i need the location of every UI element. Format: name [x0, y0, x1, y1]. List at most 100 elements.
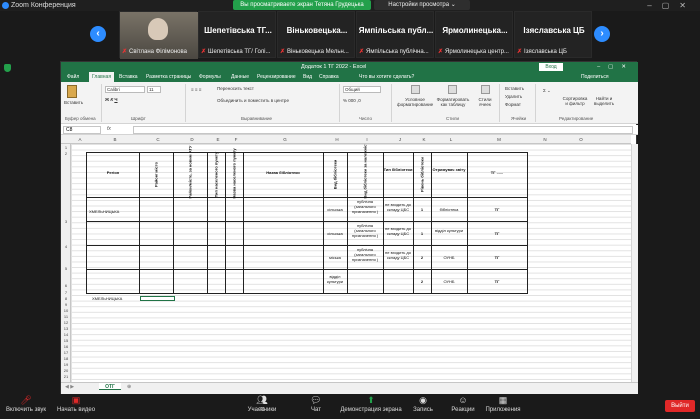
cell-receiver[interactable]: ОУНБ — [431, 255, 467, 260]
unmute-button[interactable]: 🎤︎ Включить звук — [4, 395, 48, 413]
participant-tile[interactable]: Шепетівська ТГ... ✗ Шепетівська ТГ/ Голі.… — [198, 11, 276, 58]
cell-level[interactable]: 2 — [413, 279, 431, 284]
row-header[interactable]: 21 — [61, 374, 71, 379]
column-header[interactable]: C — [141, 137, 175, 142]
reactions-button[interactable]: ☺ Реакции — [448, 395, 478, 413]
row-header[interactable]: 14 — [61, 332, 71, 337]
participant-tile[interactable]: Ярмолинецька... ✗ Ярмолинецька центр... — [435, 11, 513, 58]
row-header[interactable]: 4 — [61, 244, 71, 249]
column-header[interactable]: M — [469, 137, 529, 142]
column-header[interactable]: L — [433, 137, 469, 142]
tab-view[interactable]: Вид — [303, 72, 312, 82]
row-header[interactable]: 12 — [61, 320, 71, 325]
row-header[interactable]: 3 — [61, 219, 71, 224]
number-format-select[interactable]: Общий — [343, 86, 381, 93]
autosum-icon[interactable]: Σ ⌄ — [543, 88, 551, 94]
column-header[interactable]: N — [529, 137, 561, 142]
row-header[interactable]: 16 — [61, 344, 71, 349]
cell-tg[interactable]: ТГ — [467, 231, 527, 236]
cell-type[interactable]: не входить до складу ЦБС — [383, 250, 413, 260]
column-header[interactable]: O — [561, 137, 601, 142]
bold-button[interactable]: Ж К Ч — [105, 97, 118, 102]
delete-cells-button[interactable]: Удалить — [505, 94, 522, 99]
tab-help[interactable]: Справка — [319, 72, 339, 82]
window-controls[interactable]: –▢✕ — [647, 0, 696, 11]
column-header[interactable]: F — [227, 137, 245, 142]
cell-tg[interactable]: ТГ — [467, 207, 527, 212]
sort-filter-button[interactable]: Сортировка и фильтр — [561, 96, 589, 106]
row-header[interactable]: 15 — [61, 338, 71, 343]
row-header[interactable]: 5 — [61, 266, 71, 271]
tab-data[interactable]: Данные — [231, 72, 249, 82]
name-box[interactable]: C8 — [63, 126, 101, 134]
selected-cell[interactable] — [140, 296, 175, 301]
font-name-select[interactable]: Calibri — [105, 86, 145, 93]
cell-type[interactable]: не входить до складу ЦБС — [383, 226, 413, 236]
vertical-scrollbar[interactable] — [631, 144, 638, 382]
row-header[interactable]: 20 — [61, 368, 71, 373]
row-header[interactable]: 11 — [61, 314, 71, 319]
tab-insert[interactable]: Вставка — [119, 72, 138, 82]
column-header[interactable]: A — [71, 137, 89, 142]
cell-settlement[interactable]: сільська — [323, 207, 347, 212]
wrap-text-button[interactable]: Переносить текст — [217, 86, 254, 91]
cell-region[interactable]: ХМЕЛЬНИЦЬКА — [89, 209, 139, 214]
format-table-icon[interactable] — [448, 85, 457, 94]
record-button[interactable]: ◉ Запись — [412, 395, 434, 413]
fx-icon[interactable]: fx — [107, 126, 111, 132]
cell-tg[interactable]: ТГ — [467, 255, 527, 260]
row-header[interactable]: 2 — [61, 151, 71, 156]
insert-cells-button[interactable]: Вставить — [505, 86, 524, 91]
align-buttons[interactable]: ≡ ≡ ≡ — [191, 87, 201, 92]
share-link[interactable]: Поделиться — [581, 72, 609, 82]
cell-receiver[interactable]: ОУНБ — [431, 279, 467, 284]
column-header[interactable]: K — [415, 137, 433, 142]
row-header[interactable]: 17 — [61, 350, 71, 355]
row-header[interactable]: 19 — [61, 362, 71, 367]
column-header[interactable]: E — [209, 137, 227, 142]
security-shield-icon[interactable] — [4, 64, 11, 72]
number-buttons[interactable]: % 000 ,0 — [343, 98, 361, 103]
participant-tile[interactable]: ✗ Світлана Філімонова — [119, 11, 198, 59]
tab-formulas[interactable]: Формулы — [199, 72, 221, 82]
row-header[interactable]: 18 — [61, 356, 71, 361]
row-header[interactable]: 10 — [61, 308, 71, 313]
row-header[interactable]: 8 — [61, 296, 71, 301]
column-header[interactable]: I — [349, 137, 385, 142]
leave-button[interactable]: Выйти — [665, 400, 695, 412]
cell-level[interactable]: 1 — [413, 231, 431, 236]
cell-receiver[interactable]: відділ культури — [431, 228, 467, 233]
column-header[interactable]: J — [385, 137, 415, 142]
start-video-button[interactable]: ▣ Начать видео — [56, 395, 96, 413]
row-header[interactable]: 1 — [61, 145, 71, 150]
excel-window-controls[interactable]: –▢✕ — [597, 62, 634, 72]
cell-type[interactable]: не входить до складу ЦБС — [383, 202, 413, 212]
row-header[interactable]: 13 — [61, 326, 71, 331]
cell-settlement[interactable]: відділ культури — [323, 274, 347, 284]
cell-settlement[interactable]: сільська — [323, 231, 347, 236]
tell-me-search[interactable]: Что вы хотите сделать? — [359, 72, 414, 82]
participant-tile[interactable]: Ямпільська публ... ✗ Ямпільська публічна.… — [356, 11, 434, 58]
tab-page-layout[interactable]: Разметка страницы — [146, 72, 191, 82]
formula-input[interactable] — [133, 126, 633, 134]
cell-tg[interactable]: ТГ — [467, 279, 527, 284]
font-size-select[interactable]: 11 — [147, 86, 161, 93]
next-page-arrow-icon[interactable]: › — [594, 26, 610, 42]
tab-file[interactable]: Файл — [67, 72, 79, 82]
cell-styles-icon[interactable] — [481, 85, 490, 94]
cell-kind[interactable]: публічна (загального призначення ) — [347, 199, 383, 214]
column-header[interactable]: B — [89, 137, 141, 142]
conditional-format-button[interactable]: Условное форматирование — [397, 97, 433, 107]
worksheet-grid[interactable]: 1 2 3 4 5 6 7 8 9 10 11 12 13 14 15 16 1… — [61, 144, 631, 382]
row-header[interactable]: 7 — [61, 290, 71, 295]
conditional-format-icon[interactable] — [411, 85, 420, 94]
tab-home[interactable]: Главная — [89, 72, 115, 82]
paste-button[interactable]: Вставить — [64, 100, 83, 105]
column-header[interactable]: D — [175, 137, 209, 142]
cell-styles-button[interactable]: Стили ячеек — [475, 97, 495, 107]
login-button[interactable]: Вход — [539, 63, 563, 71]
prev-page-arrow-icon[interactable]: ‹ — [90, 26, 106, 42]
share-screen-button[interactable]: ⬆ Демонстрация экрана — [340, 395, 402, 413]
view-options-button[interactable]: Настройки просмотра ⌄ — [374, 0, 470, 10]
participants-button[interactable]: 👥︎41 Участники — [246, 395, 278, 413]
